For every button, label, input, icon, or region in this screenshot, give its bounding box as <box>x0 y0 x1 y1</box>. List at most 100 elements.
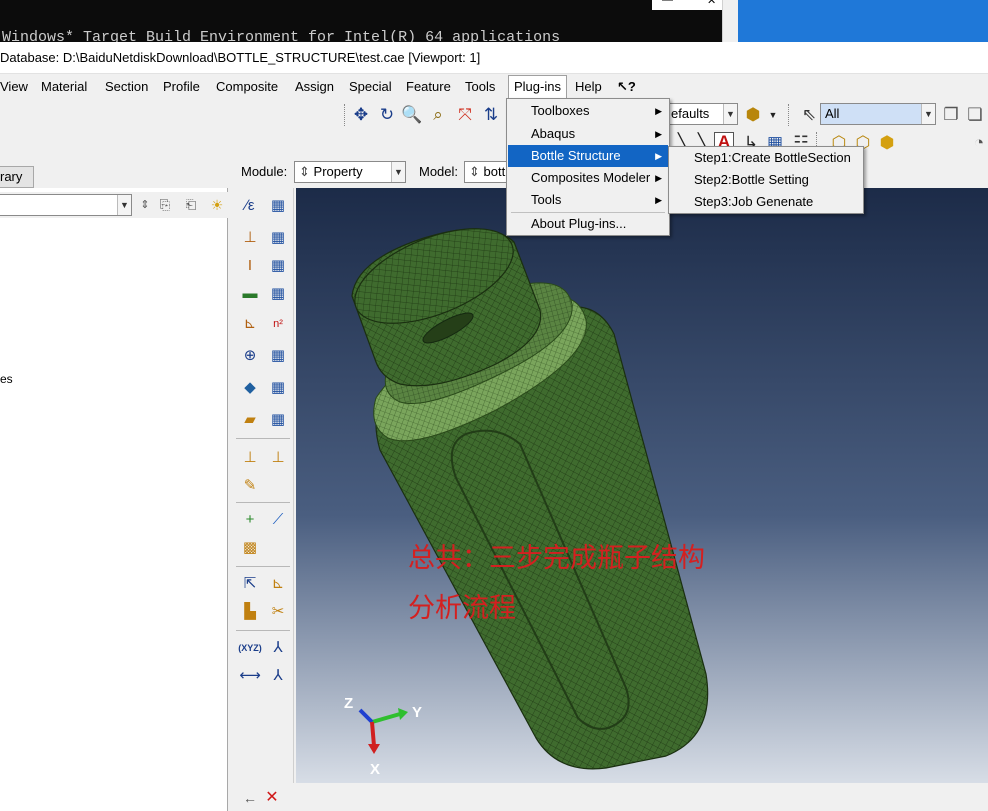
menu-profile[interactable]: Profile <box>163 79 200 94</box>
query-select-icon[interactable]: ⇱ <box>238 572 262 596</box>
tree-up-icon[interactable]: ⎘ <box>154 194 176 216</box>
menu-assign[interactable]: Assign <box>295 79 334 94</box>
model-combo[interactable]: ⇕ bottl <box>464 161 508 183</box>
cycle-views-icon[interactable]: ⇅ <box>480 104 502 126</box>
menu-view[interactable]: View <box>0 79 28 94</box>
submenu-arrow-icon: ▶ <box>655 151 662 161</box>
submenu-arrow-icon: ▶ <box>655 129 662 139</box>
menu-special[interactable]: Special <box>349 79 392 94</box>
profile-manager-icon[interactable]: ▦ <box>266 254 290 278</box>
menu-section[interactable]: Section <box>105 79 148 94</box>
plugins-item-abaqus[interactable]: Abaqus ▶ <box>508 123 668 145</box>
composite-manager-icon[interactable]: ▦ <box>266 282 290 306</box>
set-icon[interactable]: ⊾ <box>266 572 290 596</box>
model-tree-panel <box>0 188 228 811</box>
terminal-scrollbar[interactable] <box>722 0 738 42</box>
module-toolbox: ∕ε ▦ ⊥ ▦ I ▦ ▬ ▦ ⊾ n² ⊕ ▦ ◆ ▦ ▰ ▦ ⊥ ⊥ ✎ … <box>232 188 294 783</box>
menu-feature[interactable]: Feature <box>406 79 451 94</box>
create-profile-icon[interactable]: I <box>238 254 262 278</box>
menu-tools[interactable]: Tools <box>465 79 495 94</box>
module-label: Module: <box>241 164 288 179</box>
tree-expand-icon[interactable]: ⎗ <box>180 194 202 216</box>
inertia-icon[interactable]: ◆ <box>238 376 262 400</box>
auto-fit-icon[interactable]: ⤧ <box>454 104 476 126</box>
axis-label-y: Y <box>412 704 422 721</box>
assign-beam-orientation-icon[interactable]: ⊕ <box>238 344 262 368</box>
datum-point-icon[interactable]: (XYZ) <box>238 636 262 660</box>
add-icon[interactable]: + <box>238 508 262 532</box>
tree-item-fragment[interactable]: es <box>0 372 13 386</box>
special-icon[interactable]: ⊥ <box>238 446 262 470</box>
lightbulb-icon[interactable]: ☀ <box>206 194 228 216</box>
datum-plane-icon[interactable]: ⟷ <box>238 664 262 688</box>
bottle-step3-item[interactable]: Step3:Job Genenate <box>670 191 862 213</box>
render-style-icon[interactable]: ⬢ <box>742 104 764 126</box>
bottle-step1-item[interactable]: Step1:Create BottleSection <box>670 147 862 169</box>
chevron-down-icon: ▼ <box>723 104 737 124</box>
datum-tool-icon[interactable]: ⅄ <box>266 664 290 688</box>
annotation-line-1: 总共：三步完成瓶子结构 <box>408 543 705 574</box>
chevron-down-icon: ▼ <box>921 104 935 124</box>
create-composite-icon[interactable]: ▬ <box>238 282 262 306</box>
close-icon[interactable]: ✕ <box>707 0 716 7</box>
magnify-icon[interactable]: 🔍 <box>401 104 423 126</box>
skin-manager-icon[interactable]: ▦ <box>266 408 290 432</box>
edit-icon[interactable]: ✎ <box>238 474 262 498</box>
annotation-line-2: 分析流程 <box>408 593 516 624</box>
back-arrow-icon[interactable]: ← <box>240 788 260 808</box>
viewport-canvas[interactable]: Z Y X <box>296 188 988 783</box>
create-section-icon[interactable]: ⊥ <box>238 226 262 250</box>
window-title-bar: Database: D:\BaiduNetdiskDownload\BOTTLE… <box>0 42 988 74</box>
plugins-item-composites-modeler[interactable]: Composites Modeler ▶ <box>508 167 668 189</box>
minimize-icon[interactable]: — <box>662 0 673 6</box>
tree-filter-combo[interactable]: ▼ <box>0 194 132 216</box>
menu-composite[interactable]: Composite <box>216 79 278 94</box>
surface-icon[interactable]: ▙ <box>238 600 262 624</box>
stringer-icon[interactable]: ⊥ <box>266 446 290 470</box>
cancel-procedure-icon[interactable]: ✕ <box>262 788 282 808</box>
module-combo[interactable]: ⇕ Property ▼ <box>294 161 406 183</box>
menu-help[interactable]: Help <box>575 79 602 94</box>
axis-label-z: Z <box>344 695 353 712</box>
cut-icon[interactable]: ✂ <box>266 600 290 624</box>
updown-icon[interactable]: ⇕ <box>134 194 156 216</box>
material-manager-icon[interactable]: ▦ <box>266 194 290 218</box>
create-material-icon[interactable]: ∕ε <box>238 194 262 218</box>
selection-filter-combo[interactable]: All ▼ <box>820 103 936 125</box>
section-manager-icon[interactable]: ▦ <box>266 226 290 250</box>
window-title: Database: D:\BaiduNetdiskDownload\BOTTLE… <box>0 50 481 65</box>
menu-material[interactable]: Material <box>41 79 87 94</box>
pan-icon[interactable]: ✥ <box>350 104 372 126</box>
plugins-item-about[interactable]: About Plug-ins... <box>508 213 668 235</box>
assign-orientation-icon[interactable]: n² <box>266 312 290 336</box>
skin-icon[interactable]: ▰ <box>238 408 262 432</box>
bottle-step2-item[interactable]: Step2:Bottle Setting <box>670 169 862 191</box>
datum-axis-icon[interactable]: ⟋ <box>266 508 290 532</box>
partition-icon[interactable]: ▩ <box>238 536 262 560</box>
menu-plugins[interactable]: Plug-ins <box>508 75 567 98</box>
chevron-down-icon[interactable]: ▼ <box>762 104 784 126</box>
query-icon[interactable]: ◔ <box>968 132 988 154</box>
rotate-icon[interactable]: ↻ <box>376 104 398 126</box>
plugins-item-toolboxes[interactable]: Toolboxes ▶ <box>508 100 668 122</box>
assign-section-icon[interactable]: ⊾ <box>238 312 262 336</box>
viewport-layout-icon[interactable]: ❏ <box>964 104 986 126</box>
box-zoom-icon[interactable]: ⌕ <box>427 104 449 126</box>
toolbar-separator <box>344 104 346 126</box>
tab-library[interactable]: rary <box>0 166 34 188</box>
select-arrow-icon[interactable]: ⇖ <box>798 104 820 126</box>
toolbar-main: ✥ ↻ 🔍 ⌕ ⤧ ⇅ efaults ▼ ⬢ ▼ ⇖ All ▼ ❐ ❏ <box>0 100 988 130</box>
plugins-dropdown-menu: Toolboxes ▶ Abaqus ▶ Bottle Structure ▶ Com… <box>506 98 670 236</box>
datum-csys-icon[interactable]: ⅄ <box>266 636 290 660</box>
plugins-item-tools[interactable]: Tools ▶ <box>508 189 668 211</box>
inertia-manager-icon[interactable]: ▦ <box>266 376 290 400</box>
terminal-window-controls: — ✕ <box>652 0 722 10</box>
shaded-box-icon[interactable]: ⬢ <box>876 132 898 154</box>
copy-viewport-icon[interactable]: ❐ <box>940 104 962 126</box>
context-help-icon[interactable]: ↖? <box>617 79 636 95</box>
prompt-area <box>232 783 988 811</box>
plugins-item-bottle-structure[interactable]: Bottle Structure ▶ <box>508 145 668 167</box>
defaults-combo[interactable]: efaults ▼ <box>666 103 738 125</box>
submenu-arrow-icon: ▶ <box>655 106 662 116</box>
assignment-manager-icon[interactable]: ▦ <box>266 344 290 368</box>
